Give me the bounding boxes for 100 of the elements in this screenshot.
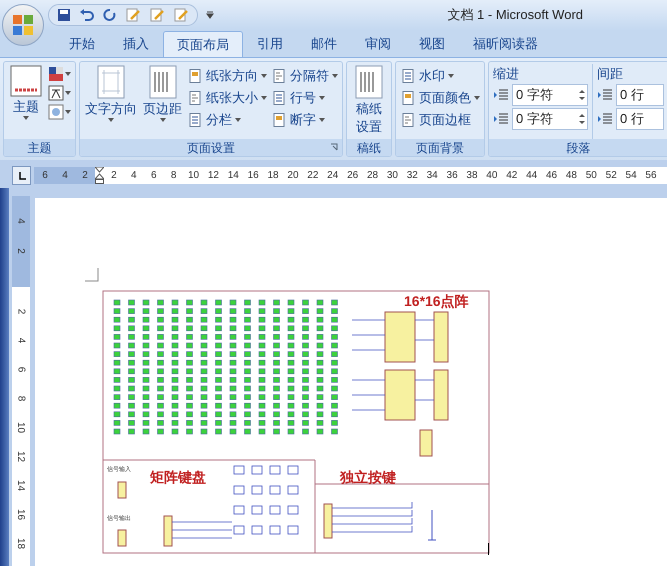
theme-effects-icon[interactable] <box>48 104 64 120</box>
caret-icon <box>23 116 29 120</box>
tab-selector[interactable] <box>12 166 31 185</box>
ribbon-tab[interactable]: 邮件 <box>297 31 351 57</box>
schematic-heading: 矩阵键盘 <box>150 469 206 485</box>
save-icon[interactable] <box>57 8 71 22</box>
ribbon-tab[interactable]: 福昕阅读器 <box>459 31 552 57</box>
ribbon-tab[interactable]: 页面布局 <box>163 31 243 57</box>
ruler-number: 40 <box>485 169 498 183</box>
undo-icon[interactable] <box>79 8 95 22</box>
spinner-field[interactable]: 0 字符 <box>512 84 588 106</box>
spin-arrows-icon[interactable] <box>579 112 585 126</box>
ruler-number: 38 <box>465 169 479 183</box>
ribbon-small-button[interactable]: 断字 <box>271 109 338 130</box>
section-label: 间距 <box>597 65 624 83</box>
page-icon <box>400 68 416 84</box>
theme-fonts-icon[interactable] <box>48 85 64 101</box>
dialog-launcher-icon[interactable] <box>330 143 339 152</box>
ruler-number: 4 <box>14 338 28 344</box>
ruler-number: 56 <box>644 169 658 183</box>
spinner-field[interactable]: 0 字符 <box>512 108 588 130</box>
group-label-bar: 页面设置 <box>80 139 342 156</box>
ruler-number: 4 <box>61 169 69 183</box>
document-pencil-icon[interactable] <box>149 7 165 23</box>
ruler-number: 52 <box>604 169 618 183</box>
ribbon-small-button[interactable]: 行号 <box>271 87 338 108</box>
ruler-number: 34 <box>426 169 439 183</box>
caret-icon <box>261 96 267 100</box>
ruler-number: 42 <box>505 169 518 183</box>
ribbon-small-button[interactable]: 页面颜色 <box>400 87 480 108</box>
document-pencil-icon[interactable] <box>173 7 189 23</box>
ruler-number: 18 <box>266 169 280 183</box>
ribbon-tab[interactable]: 视图 <box>405 31 459 57</box>
ribbon-small-button[interactable]: 水印 <box>400 65 480 86</box>
caret-icon <box>65 110 71 114</box>
caret-icon <box>448 74 454 78</box>
page-icon <box>187 90 203 106</box>
page-icon <box>271 90 287 106</box>
ruler-number: 36 <box>446 169 459 183</box>
page-icon <box>400 112 416 128</box>
ribbon-large-button[interactable]: 稿纸设置 <box>351 64 387 139</box>
ribbon-small-button[interactable]: 纸张方向 <box>187 65 267 86</box>
ruler-number: 48 <box>564 169 578 183</box>
spinner-field[interactable]: 0 行 <box>616 108 664 130</box>
page-icon <box>271 112 287 128</box>
ribbon-large-button[interactable]: 主题 <box>8 64 44 139</box>
group-label-bar: 稿纸 <box>347 139 391 156</box>
left-tab-icon <box>18 172 26 180</box>
caret-icon <box>261 74 267 78</box>
ruler-number: 46 <box>544 169 558 183</box>
ruler-number: 16 <box>246 169 260 183</box>
ribbon-tab[interactable]: 开始 <box>55 31 109 57</box>
text-cursor <box>488 543 489 555</box>
ribbon-tab[interactable]: 审阅 <box>351 31 405 57</box>
spinner-field[interactable]: 0 行 <box>616 84 664 106</box>
ruler-number: 2 <box>14 308 28 314</box>
ribbon-tab[interactable]: 插入 <box>109 31 163 57</box>
ribbon-tab[interactable]: 引用 <box>243 31 297 57</box>
theme-colors-icon[interactable] <box>48 66 64 82</box>
page-icon <box>271 68 287 84</box>
margin-corner-mark <box>85 268 99 282</box>
ruler-number: 10 <box>14 422 28 434</box>
office-button[interactable] <box>2 4 44 46</box>
ruler-number: 24 <box>326 169 340 183</box>
ruler-number: 12 <box>206 169 220 183</box>
redo-icon[interactable] <box>103 8 117 22</box>
caret-icon <box>319 96 325 100</box>
caret-icon <box>474 96 480 100</box>
caret-icon <box>235 118 241 122</box>
ruler-number: 22 <box>306 169 320 183</box>
ruler-number: 4 <box>14 218 28 224</box>
ribbon-small-button[interactable]: 分栏 <box>187 109 267 130</box>
ribbon-small-button[interactable]: 纸张大小 <box>187 87 267 108</box>
ribbon-large-button[interactable]: 页边距 <box>142 64 183 139</box>
spin-arrows-icon[interactable] <box>579 88 585 102</box>
ruler-number: 54 <box>624 169 638 183</box>
indent-marker-icon[interactable] <box>95 167 104 184</box>
document-pencil-icon[interactable] <box>125 7 141 23</box>
ribbon-small-button[interactable]: 页面边框 <box>400 109 480 130</box>
ruler-number: 8 <box>14 396 28 402</box>
ribbon-large-button[interactable]: 文字方向 <box>84 64 138 139</box>
ribbon-small-button[interactable]: 分隔符 <box>271 65 338 86</box>
ruler-number: 14 <box>14 480 28 492</box>
office-logo-icon <box>11 13 35 37</box>
ruler-number: 10 <box>186 169 200 183</box>
caret-icon <box>160 118 166 122</box>
ruler-number: 18 <box>14 538 28 550</box>
ruler-number: 20 <box>286 169 300 183</box>
group-label-bar: 段落 <box>489 139 667 156</box>
signal-connector-drawing <box>118 482 126 546</box>
window-title: 文档 1 - Microsoft Word <box>447 6 583 24</box>
page-icon <box>400 90 416 106</box>
ruler-number: 50 <box>584 169 598 183</box>
customize-toolbar-icon[interactable] <box>206 11 214 19</box>
ruler-number: 4 <box>130 169 138 183</box>
ruler-number: 2 <box>110 169 118 183</box>
ruler-number: 30 <box>386 169 399 183</box>
theme-icon <box>9 64 43 98</box>
caret-icon <box>332 74 338 78</box>
ruler-number: 6 <box>41 169 49 183</box>
